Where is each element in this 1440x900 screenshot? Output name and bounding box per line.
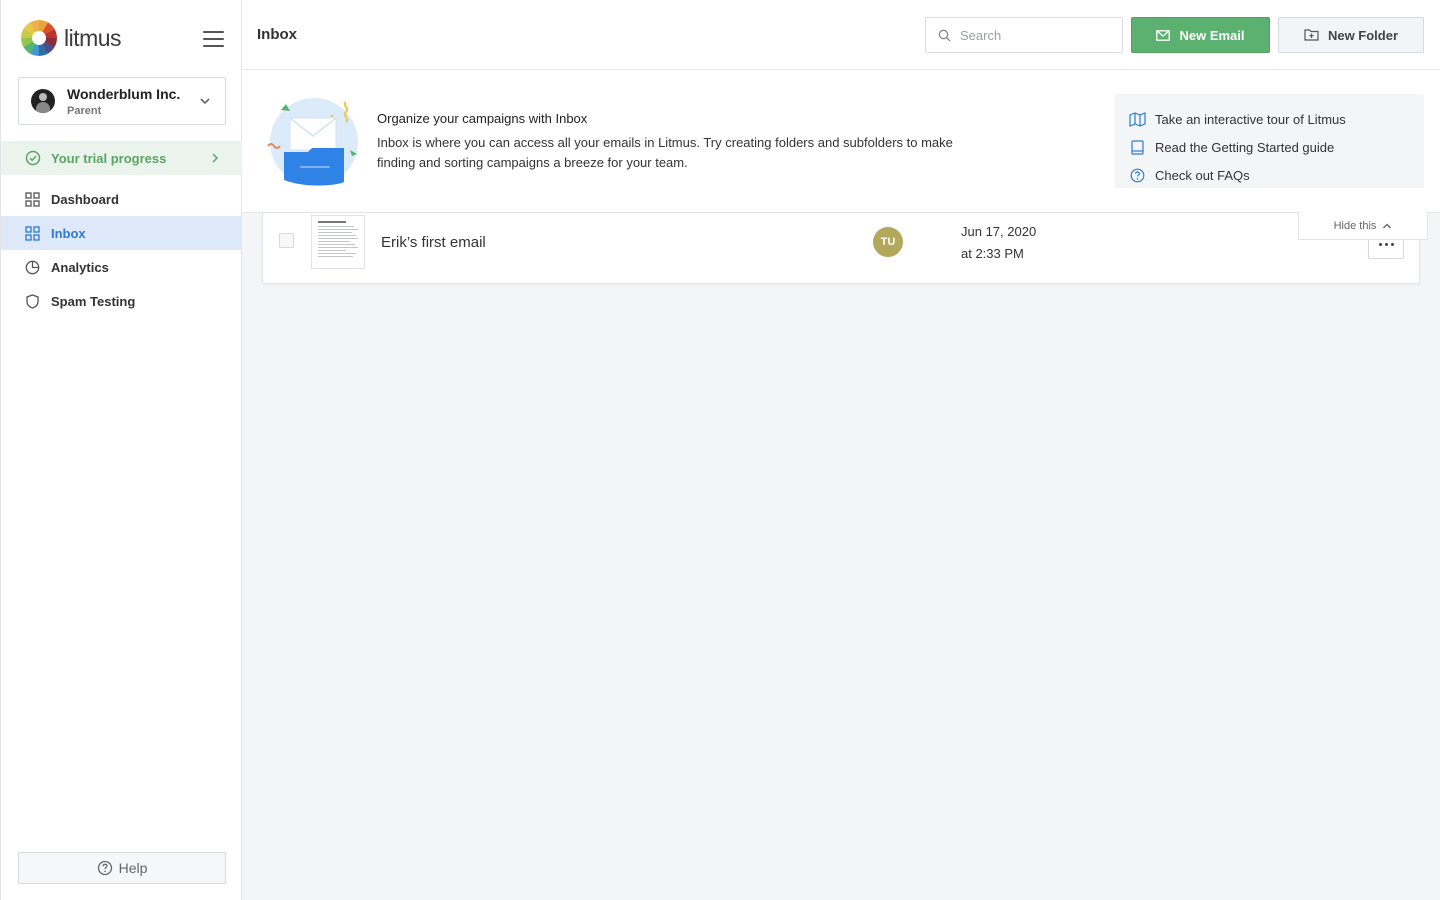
sidebar-item-label: Inbox	[51, 225, 86, 241]
page-title: Inbox	[257, 26, 297, 43]
sidebar-item-label: Analytics	[51, 259, 109, 275]
avatar	[31, 89, 55, 113]
litmus-logo-icon	[21, 20, 57, 56]
ellipsis-icon	[1378, 243, 1382, 246]
book-icon	[1131, 139, 1144, 155]
sidebar-item-label: Spam Testing	[51, 293, 136, 309]
interactive-tour-link[interactable]: Take an interactive tour of Litmus	[1129, 105, 1424, 133]
grid-icon	[25, 191, 40, 207]
banner-description: Inbox is where you can access all your e…	[377, 135, 953, 170]
litmus-logo[interactable]: litmus	[21, 20, 122, 56]
pie-chart-icon	[25, 260, 40, 274]
email-title[interactable]: Erik’s first email	[381, 234, 486, 251]
sidebar-item-dashboard[interactable]: Dashboard	[1, 182, 242, 216]
getting-started-link[interactable]: Read the Getting Started guide	[1129, 133, 1424, 161]
account-switcher[interactable]: Wonderblum Inc. Parent	[18, 77, 226, 125]
faqs-link[interactable]: Check out FAQs	[1129, 161, 1424, 189]
sidebar-item-analytics[interactable]: Analytics	[1, 250, 242, 284]
main-nav: Dashboard Inbox Analytics Spam Testing	[1, 182, 242, 318]
account-role: Parent	[67, 104, 102, 117]
sidebar: litmus Wonderblum Inc. Parent Your trial…	[0, 0, 242, 900]
chevron-right-icon	[212, 153, 219, 163]
question-circle-icon	[97, 860, 112, 876]
email-date-time: at 2:33 PM	[961, 246, 1024, 261]
trial-progress-link[interactable]: Your trial progress	[1, 141, 242, 175]
trial-progress-label: Your trial progress	[51, 150, 167, 166]
envelope-icon	[1156, 29, 1171, 41]
sidebar-item-spam-testing[interactable]: Spam Testing	[1, 284, 242, 318]
hide-banner-button[interactable]: Hide this	[1298, 212, 1428, 240]
link-label: Take an interactive tour of Litmus	[1155, 111, 1346, 127]
email-row[interactable]: Erik’s first email TU Jun 17, 2020 at 2:…	[262, 213, 1420, 284]
link-label: Check out FAQs	[1155, 167, 1250, 183]
question-circle-icon	[1130, 168, 1145, 182]
email-date-day: Jun 17, 2020	[961, 224, 1037, 239]
help-links-panel: Take an interactive tour of Litmus Read …	[1115, 94, 1424, 188]
search-box[interactable]	[925, 17, 1123, 53]
email-thumbnail[interactable]	[311, 215, 365, 269]
search-icon	[938, 29, 951, 41]
banner-title: Organize your campaigns with Inbox	[377, 111, 588, 126]
email-date: Jun 17, 2020 at 2:33 PM	[961, 221, 1036, 265]
menu-icon[interactable]	[203, 31, 224, 47]
map-icon	[1129, 111, 1146, 127]
grid-icon	[25, 225, 40, 241]
account-name: Wonderblum Inc.	[67, 85, 181, 102]
folder-plus-icon	[1304, 29, 1319, 41]
sidebar-item-inbox[interactable]: Inbox	[1, 216, 242, 250]
link-label: Read the Getting Started guide	[1155, 139, 1335, 155]
inbox-illustration-icon	[267, 98, 358, 186]
shield-icon	[26, 293, 39, 309]
top-bar: Inbox New Email New Folder	[242, 0, 1440, 70]
hide-banner-label: Hide this	[1333, 219, 1377, 232]
search-input[interactable]	[960, 27, 1110, 43]
new-email-label: New Email	[1179, 27, 1245, 43]
new-folder-button[interactable]: New Folder	[1278, 17, 1424, 53]
chevron-up-icon	[1383, 223, 1392, 228]
new-folder-label: New Folder	[1327, 27, 1399, 43]
check-circle-icon	[25, 150, 41, 166]
inbox-onboarding-banner: Organize your campaigns with Inbox Inbox…	[242, 70, 1440, 213]
row-checkbox[interactable]	[279, 233, 294, 248]
chevron-down-icon	[200, 98, 210, 105]
logo-text: litmus	[64, 24, 122, 51]
owner-avatar: TU	[873, 227, 903, 257]
help-button[interactable]: Help	[18, 852, 226, 884]
new-email-button[interactable]: New Email	[1131, 17, 1270, 53]
sidebar-item-label: Dashboard	[51, 191, 119, 207]
help-label: Help	[118, 860, 148, 876]
